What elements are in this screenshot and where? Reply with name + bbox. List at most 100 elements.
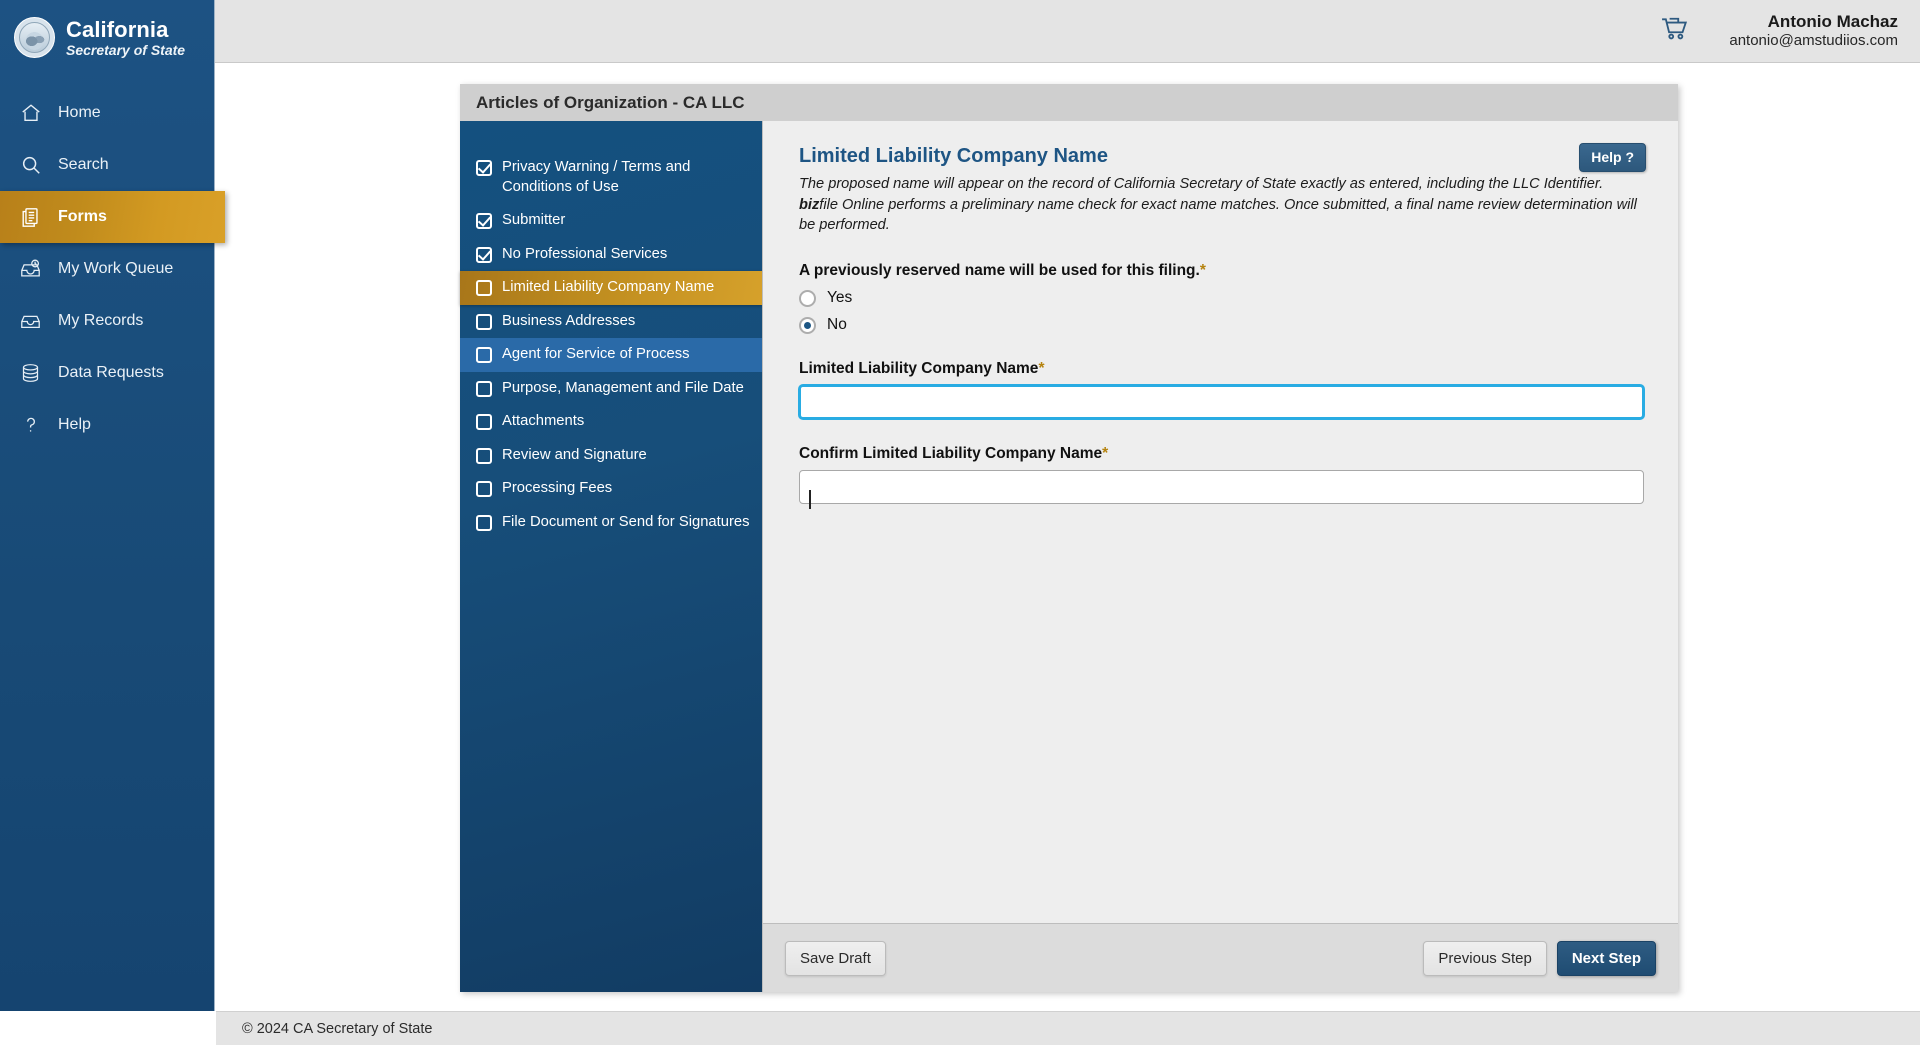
step-item-business-addresses[interactable]: Business Addresses [460,305,762,339]
sidebar-item-label: Forms [58,208,107,226]
llc-name-label: Limited Liability Company Name* [799,360,1646,378]
radio-no-label: No [827,316,847,334]
sidebar-item-search[interactable]: Search [0,139,214,191]
step-label: Business Addresses [502,312,635,332]
step-label: Attachments [502,412,584,432]
brand-block: California Secretary of State [0,0,214,65]
step-label: No Professional Services [502,245,667,265]
sidebar-nav: Home Search Forms [0,87,214,451]
required-marker: * [1200,262,1206,279]
radio-no-input[interactable] [799,317,816,334]
sidebar-item-my-work-queue[interactable]: My Work Queue [0,243,214,295]
question-text: A previously reserved name will be used … [799,262,1200,279]
required-marker: * [1038,360,1044,377]
records-icon [17,308,44,335]
step-item-limited-liability-company-name[interactable]: Limited Liability Company Name [460,271,762,305]
step-content-pane: Help ? Limited Liability Company Name Th… [762,121,1678,992]
brand-title: California [66,18,185,41]
sidebar-item-label: Home [58,104,101,122]
sidebar-item-help[interactable]: Help [0,399,214,451]
sidebar-item-label: My Records [58,312,143,330]
checkbox-icon [476,381,492,397]
step-label: Submitter [502,211,565,231]
step-label: File Document or Send for Signatures [502,513,750,533]
checkbox-icon [476,347,492,363]
next-step-button[interactable]: Next Step [1557,941,1656,976]
description-bold-biz: biz [799,197,819,213]
checkbox-checked-icon [476,160,492,176]
step-label: Review and Signature [502,446,647,466]
form-card: Articles of Organization - CA LLC Privac… [460,84,1678,992]
previous-step-button[interactable]: Previous Step [1423,941,1546,976]
work-queue-icon [17,256,44,283]
llc-name-input[interactable] [799,385,1644,419]
checkbox-icon [476,314,492,330]
step-item-review-and-signature[interactable]: Review and Signature [460,439,762,473]
reserved-name-question-label: A previously reserved name will be used … [799,262,1646,280]
step-label: Limited Liability Company Name [502,278,714,298]
sidebar-item-home[interactable]: Home [0,87,214,139]
step-item-no-professional-services[interactable]: No Professional Services [460,238,762,272]
section-title: Limited Liability Company Name [799,145,1646,168]
user-name: Antonio Machaz [1729,11,1898,32]
sidebar-item-data-requests[interactable]: Data Requests [0,347,214,399]
radio-yes-label: Yes [827,289,852,307]
step-item-submitter[interactable]: Submitter [460,204,762,238]
sidebar: California Secretary of State Home [0,0,215,1011]
step-item-agent-for-service-of-process[interactable]: Agent for Service of Process [460,338,762,372]
form-title: Articles of Organization - CA LLC [460,84,1678,121]
page-root: California Secretary of State Home [0,0,1920,1045]
radio-option-no[interactable]: No [799,316,1646,334]
copyright-text: © 2024 CA Secretary of State [242,1021,432,1037]
brand-subtitle: Secretary of State [66,43,185,58]
sidebar-item-label: Search [58,156,109,174]
step-label: Processing Fees [502,479,612,499]
confirm-llc-name-label: Confirm Limited Liability Company Name* [799,445,1646,463]
home-icon [17,100,44,127]
california-state-seal-icon [14,17,55,58]
search-icon [17,152,44,179]
step-item-attachments[interactable]: Attachments [460,405,762,439]
page-footer: © 2024 CA Secretary of State [216,1011,1920,1045]
radio-yes-input[interactable] [799,290,816,307]
confirm-llc-name-label-text: Confirm Limited Liability Company Name [799,445,1102,462]
sidebar-item-label: Data Requests [58,364,164,382]
description-part-1: The proposed name will appear on the rec… [799,176,1603,192]
sidebar-item-label: Help [58,416,91,434]
step-item-file-document-or-send-for-signatures[interactable]: File Document or Send for Signatures [460,506,762,540]
user-info[interactable]: Antonio Machaz antonio@amstudiios.com [1729,11,1898,51]
footer-left-spacer [0,1011,216,1045]
content-area: Articles of Organization - CA LLC Privac… [216,63,1920,1011]
forms-icon [17,204,44,231]
form-actions-bar: Save Draft Previous Step Next Step [763,923,1678,992]
top-bar: Antonio Machaz antonio@amstudiios.com [215,0,1920,63]
checkbox-checked-icon [476,213,492,229]
sidebar-item-my-records[interactable]: My Records [0,295,214,347]
checkbox-icon [476,515,492,531]
checkbox-icon [476,481,492,497]
save-draft-button[interactable]: Save Draft [785,941,886,976]
step-content-inner: Help ? Limited Liability Company Name Th… [763,121,1678,923]
step-navigation: Privacy Warning / Terms and Conditions o… [460,121,762,992]
radio-option-yes[interactable]: Yes [799,289,1646,307]
sidebar-item-forms[interactable]: Forms [0,191,225,243]
step-item-privacy-warning[interactable]: Privacy Warning / Terms and Conditions o… [460,151,762,204]
llc-name-label-text: Limited Liability Company Name [799,360,1038,377]
checkbox-icon [476,414,492,430]
checkbox-icon [476,280,492,296]
step-label: Agent for Service of Process [502,345,690,365]
text-cursor [809,490,811,509]
confirm-llc-name-input[interactable] [799,470,1644,504]
form-body: Privacy Warning / Terms and Conditions o… [460,121,1678,992]
step-label: Privacy Warning / Terms and Conditions o… [502,158,752,197]
user-email: antonio@amstudiios.com [1729,32,1898,51]
question-mark-icon [17,412,44,439]
shopping-cart-icon[interactable] [1661,16,1689,47]
step-item-purpose-management-and-file-date[interactable]: Purpose, Management and File Date [460,372,762,406]
checkbox-checked-icon [476,247,492,263]
help-button[interactable]: Help ? [1579,143,1646,172]
database-icon [17,360,44,387]
step-item-processing-fees[interactable]: Processing Fees [460,472,762,506]
description-part-2: file Online performs a preliminary name … [799,197,1637,234]
checkbox-icon [476,448,492,464]
